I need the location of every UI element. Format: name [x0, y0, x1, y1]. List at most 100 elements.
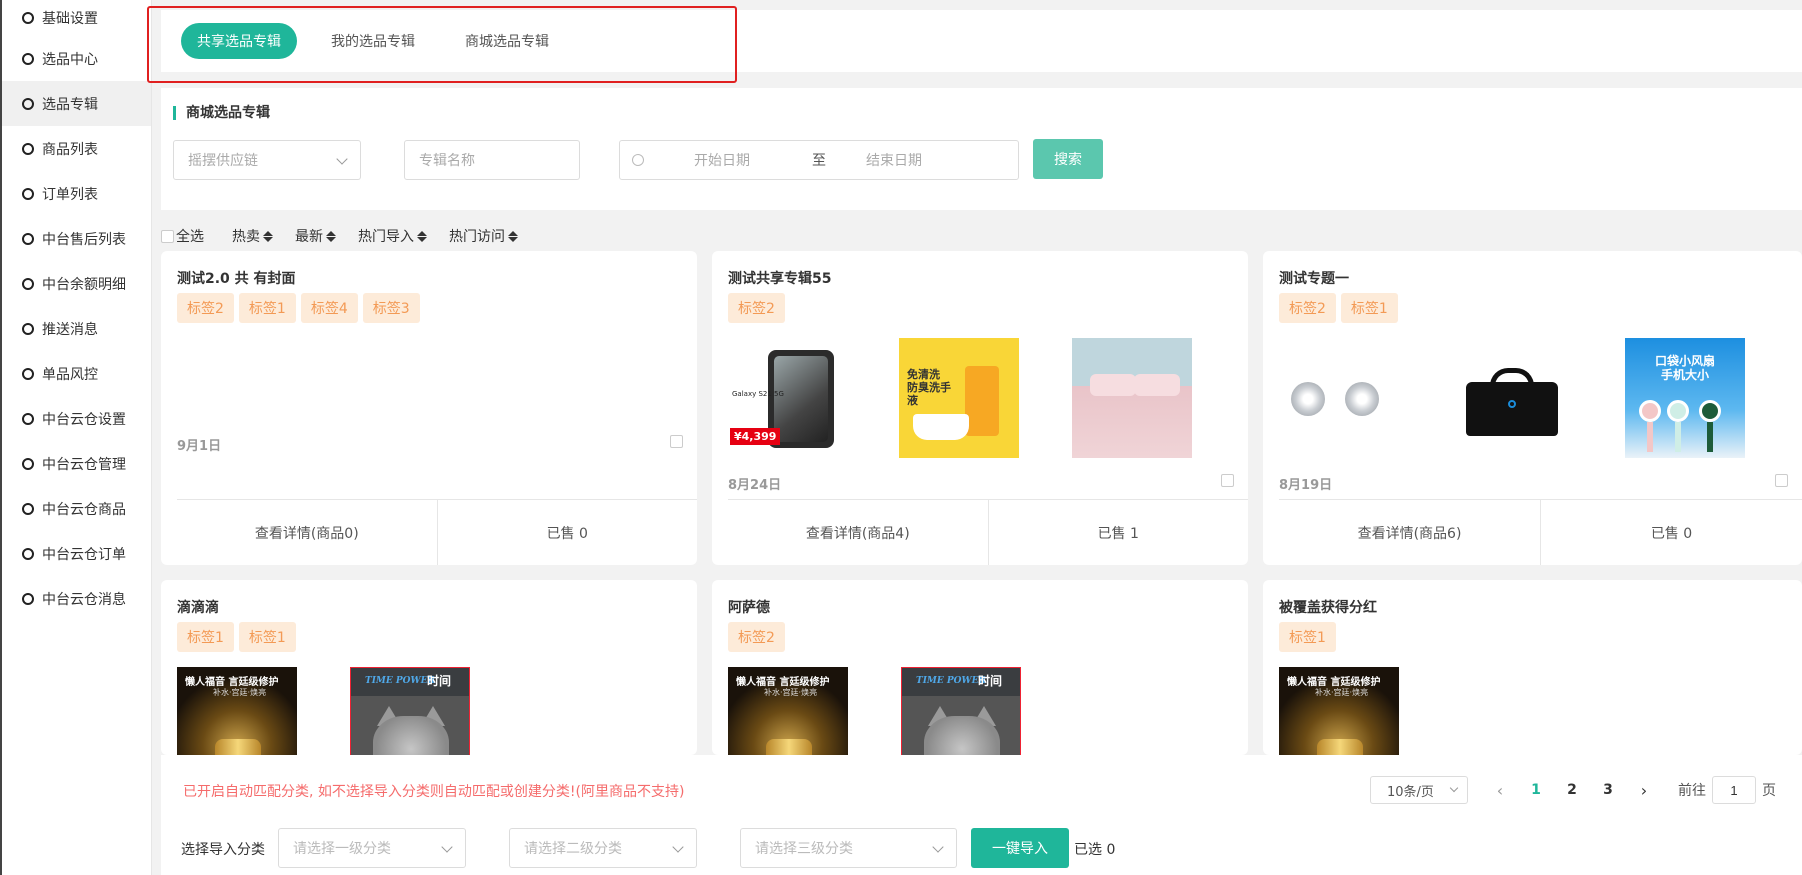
product-thumbnail[interactable]: 口袋小风扇 手机大小 — [1625, 338, 1745, 458]
album-date: 8月19日 — [1279, 478, 1333, 493]
select-all-label: 全选 — [176, 229, 204, 245]
section-title: 商城选品专辑 — [173, 106, 270, 120]
goto-page-input[interactable] — [1712, 776, 1756, 804]
date-separator: 至 — [812, 153, 826, 169]
tag-list: 标签2 标签1 标签4 标签3 — [177, 293, 425, 323]
view-details-link[interactable]: 查看详情(商品6) — [1279, 500, 1541, 565]
thumb-label: 免清洗 防臭洗手 液 — [907, 368, 951, 407]
album-checkbox[interactable] — [1221, 474, 1234, 487]
sidebar-item-label: 中台云仓管理 — [42, 456, 126, 473]
product-thumbnail[interactable] — [1452, 338, 1572, 458]
album-card: 滴滴滴 标签1 标签1 懒人福音 言廷级修护 补水·宫廷·焕亮 TIME POW… — [161, 580, 697, 755]
sort-newest[interactable]: 最新 — [295, 226, 336, 246]
circle-icon — [22, 367, 34, 380]
sidebar-item-aftersale-list[interactable]: 中台售后列表 — [2, 216, 151, 261]
product-thumbnail[interactable]: 懒人福音 言廷级修护 补水·宫廷·焕亮 — [177, 667, 297, 755]
product-thumbnail[interactable]: 懒人福音 言廷级修护 补水·宫廷·焕亮 — [728, 667, 848, 755]
page-size-select[interactable]: 10条/页 — [1370, 776, 1468, 804]
sort-arrows-icon — [263, 230, 273, 242]
sidebar-item-selection-album[interactable]: 选品专辑 — [2, 81, 151, 126]
prev-page-icon[interactable]: ‹ — [1482, 781, 1518, 800]
album-title: 阿萨德 — [728, 600, 770, 616]
level2-category-select[interactable]: 请选择二级分类 — [509, 828, 697, 868]
product-thumbnail[interactable]: TIME POWER 时间 — [901, 667, 1021, 755]
product-thumbnail[interactable]: Galaxy S21 5G ¥4,399 — [728, 338, 848, 458]
album-name-input[interactable]: 专辑名称 — [404, 140, 580, 180]
page-number[interactable]: 1 — [1518, 782, 1554, 798]
thumb-label: 懒人福音 言廷级修护 — [185, 677, 279, 688]
thumb-label: 口袋小风扇 手机大小 — [1655, 354, 1716, 382]
product-thumbnail[interactable] — [1279, 338, 1399, 458]
circle-icon — [22, 322, 34, 335]
page-number[interactable]: 2 — [1554, 782, 1590, 798]
tag: 标签1 — [238, 293, 296, 323]
sidebar-item-order-list[interactable]: 订单列表 — [2, 171, 151, 216]
view-details-link[interactable]: 查看详情(商品0) — [177, 500, 438, 565]
date-range-picker[interactable]: 开始日期 至 结束日期 — [619, 140, 1019, 180]
thumb-brand-cn: 时间 — [427, 674, 452, 688]
tab-my-albums[interactable]: 我的选品专辑 — [315, 23, 431, 59]
search-button[interactable]: 搜索 — [1033, 139, 1103, 179]
tab-mall-albums[interactable]: 商城选品专辑 — [449, 23, 565, 59]
view-details-link[interactable]: 查看详情(商品4) — [728, 500, 989, 565]
auto-match-notice: 已开启自动匹配分类, 如不选择导入分类则自动匹配或创建分类!(阿里商品不支持) — [183, 784, 685, 800]
circle-icon — [22, 52, 34, 65]
sold-count: 已售 0 — [546, 525, 588, 542]
tag-list: 标签1 标签1 — [177, 622, 301, 652]
album-checkbox[interactable] — [1775, 474, 1788, 487]
sidebar-item-label: 推送消息 — [42, 321, 98, 338]
sidebar-item-selection-center[interactable]: 选品中心 — [2, 36, 151, 81]
album-title: 测试2.0 共 有封面 — [177, 271, 296, 287]
sort-hot-visit[interactable]: 热门访问 — [449, 226, 518, 246]
sidebar-item-push-message[interactable]: 推送消息 — [2, 306, 151, 351]
sidebar-item-warehouse-orders[interactable]: 中台云仓订单 — [2, 531, 151, 576]
sidebar-item-warehouse-manage[interactable]: 中台云仓管理 — [2, 441, 151, 486]
sidebar-item-label: 选品专辑 — [42, 96, 98, 113]
product-thumbnail[interactable] — [1072, 338, 1192, 458]
next-page-icon[interactable]: › — [1626, 781, 1662, 800]
selected-count: 已选 0 — [1074, 842, 1116, 858]
level3-placeholder: 请选择三级分类 — [755, 841, 853, 857]
one-click-import-button[interactable]: 一键导入 — [971, 828, 1069, 868]
tag-list: 标签2 — [728, 622, 790, 652]
page-number[interactable]: 3 — [1590, 782, 1626, 798]
card-footer: 查看详情(商品0) 已售 0 — [177, 499, 697, 565]
chevron-down-icon — [672, 841, 684, 853]
sidebar-item-warehouse-products[interactable]: 中台云仓商品 — [2, 486, 151, 531]
tag-list: 标签2 标签1 — [1279, 293, 1403, 323]
level1-category-select[interactable]: 请选择一级分类 — [278, 828, 466, 868]
level3-category-select[interactable]: 请选择三级分类 — [740, 828, 957, 868]
sidebar-item-basic-settings[interactable]: 基础设置 — [2, 0, 151, 36]
sort-hot-import[interactable]: 热门导入 — [358, 226, 427, 246]
product-thumbnail[interactable]: 免清洗 防臭洗手 液 — [899, 338, 1019, 458]
sidebar-item-risk-control[interactable]: 单品风控 — [2, 351, 151, 396]
circle-icon — [22, 277, 34, 290]
supply-chain-select[interactable]: 摇摆供应链 — [173, 140, 361, 180]
sort-label: 热门导入 — [358, 229, 414, 245]
product-thumbs: 懒人福音 言廷级修护 补水·宫廷·焕亮 — [1279, 667, 1452, 755]
sidebar-item-balance-detail[interactable]: 中台余额明细 — [2, 261, 151, 306]
tab-shared-albums[interactable]: 共享选品专辑 — [181, 23, 297, 59]
album-checkbox[interactable] — [670, 435, 683, 448]
album-date: 9月1日 — [177, 439, 222, 454]
sidebar-item-label: 中台云仓消息 — [42, 591, 126, 608]
clock-icon — [632, 154, 644, 166]
album-title: 被覆盖获得分红 — [1279, 600, 1377, 616]
select-all-checkbox[interactable] — [161, 229, 174, 243]
tag: 标签2 — [728, 622, 785, 652]
album-date: 8月24日 — [728, 478, 782, 493]
product-thumbnail[interactable]: 懒人福音 言廷级修护 补水·宫廷·焕亮 — [1279, 667, 1399, 755]
thumb-sublabel: 补水·宫廷·焕亮 — [1315, 688, 1369, 697]
sidebar-item-product-list[interactable]: 商品列表 — [2, 126, 151, 171]
circle-icon — [22, 457, 34, 470]
sidebar-item-warehouse-messages[interactable]: 中台云仓消息 — [2, 576, 151, 621]
sort-arrows-icon — [508, 230, 518, 242]
tag: 标签1 — [1340, 293, 1398, 323]
sort-hot-selling[interactable]: 热卖 — [232, 226, 273, 246]
sidebar-item-label: 中台售后列表 — [42, 231, 126, 248]
goto-prefix: 前往 — [1678, 783, 1706, 799]
sidebar-item-label: 单品风控 — [42, 366, 98, 383]
product-thumbnail[interactable]: TIME POWER 时间 — [350, 667, 470, 755]
page-size-value: 10条/页 — [1387, 784, 1434, 800]
sidebar-item-warehouse-settings[interactable]: 中台云仓设置 — [2, 396, 151, 441]
